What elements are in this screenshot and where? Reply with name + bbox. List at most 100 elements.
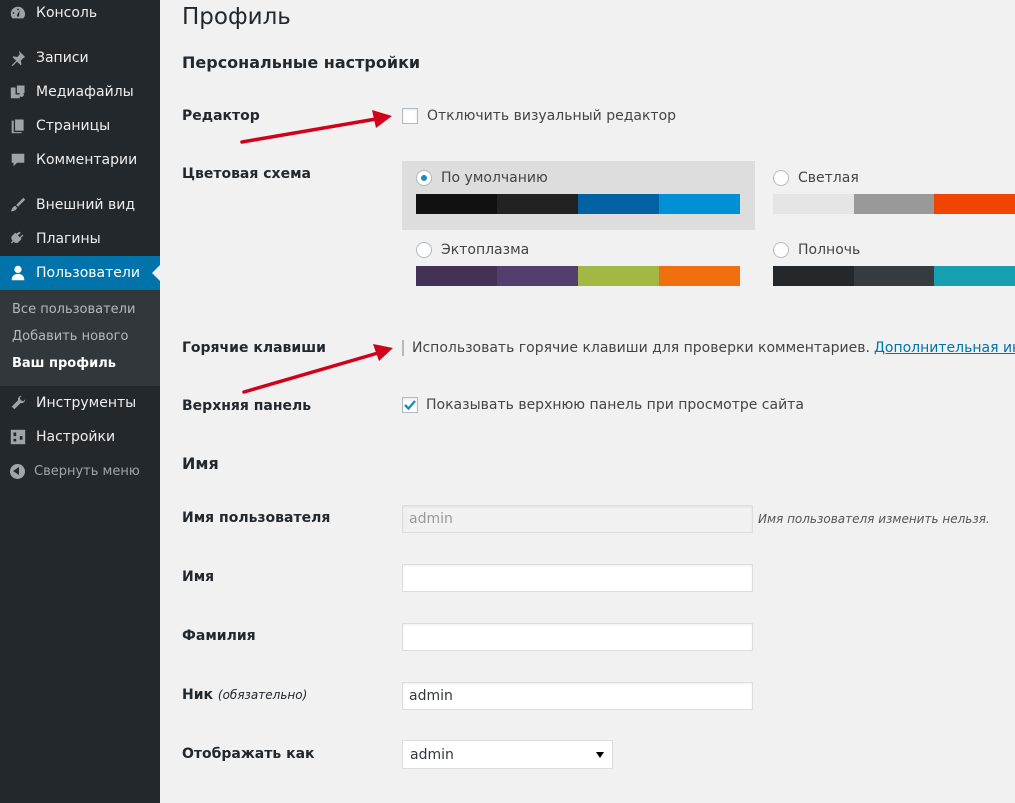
nickname-label-text: Ник [182,687,214,703]
scheme-midnight[interactable]: Полночь [773,242,1015,286]
scheme-default-radio[interactable] [416,170,432,186]
disable-visual-editor-checkbox[interactable] [402,108,418,124]
menu-item-comments[interactable]: Комментарии [0,143,160,177]
personal-settings-heading: Персональные настройки [182,53,421,72]
menu-item-plugins[interactable]: Плагины [0,222,160,256]
annotation-arrow-editor [240,110,392,144]
pin-icon [0,49,36,67]
scheme-name: По умолчанию [441,170,548,186]
toolbar-option: Показывать верхнюю панель при просмотре … [402,397,804,413]
scheme-ectoplasm-radio[interactable] [416,242,432,258]
palette-swatch [853,266,935,286]
nickname-input[interactable] [402,682,753,710]
scheme-name: Светлая [798,170,859,186]
collapse-menu-button[interactable]: Свернуть меню [0,460,140,482]
media-icon [0,83,36,101]
menu-item-settings[interactable]: Настройки [0,420,160,454]
menu-label: Плагины [36,231,101,247]
scheme-light[interactable]: Светлая [773,170,1015,214]
comment-icon [0,151,36,169]
menu-label: Настройки [36,429,116,445]
menu-label: Инструменты [36,395,137,411]
menu-item-media[interactable]: Медиафайлы [0,75,160,109]
palette-swatch [659,194,740,214]
palette-swatch [578,194,659,214]
submenu-all-users[interactable]: Все пользователи [12,302,135,317]
menu-item-tools[interactable]: Инструменты [0,386,160,420]
dashboard-icon [0,4,36,22]
menu-label: Медиафайлы [36,84,134,100]
palette-swatch [773,266,854,286]
menu-item-pages[interactable]: Страницы [0,109,160,143]
scheme-palette [773,266,1015,286]
hotkeys-label: Горячие клавиши [182,340,326,356]
keyboard-shortcuts-text: Использовать горячие клавиши для проверк… [412,340,870,356]
username-hint: Имя пользователя изменить нельзя. [758,512,990,526]
palette-swatch [934,266,1015,286]
menu-label: Внешний вид [36,197,136,213]
plug-icon [0,230,36,248]
scheme-label-row: По умолчанию [416,170,740,186]
scheme-ectoplasm[interactable]: Эктоплазма [416,242,740,286]
palette-swatch [578,266,659,286]
display-name-value: admin [410,746,454,763]
submenu-add-new[interactable]: Добавить нового [12,329,128,344]
user-icon [0,264,36,282]
display-name-select[interactable]: admin [402,740,613,769]
palette-swatch [853,194,935,214]
color-scheme-label: Цветовая схема [182,166,311,182]
toolbar-label: Верхняя панель [182,398,312,414]
editor-label: Редактор [182,108,260,124]
hotkeys-option: Использовать горячие клавиши для проверк… [402,340,1015,356]
more-info-link[interactable]: Дополнительная инфор [874,340,1015,356]
username-label: Имя пользователя [182,510,331,526]
collapse-label: Свернуть меню [34,463,140,479]
menu-label: Записи [36,50,89,66]
settings-icon [0,428,36,446]
wrench-icon [0,394,36,412]
palette-swatch [497,194,578,214]
required-note: (обязательно) [217,688,308,702]
submenu-your-profile[interactable]: Ваш профиль [12,356,116,371]
menu-label: Страницы [36,118,111,134]
palette-swatch [773,194,854,214]
menu-item-dashboard[interactable]: Консоль [0,0,160,30]
first-name-label: Имя [182,569,215,585]
disable-visual-editor-text: Отключить визуальный редактор [427,108,677,124]
menu-item-users[interactable]: Пользователи [0,256,160,290]
users-submenu: Все пользователи Добавить нового Ваш про… [0,290,160,386]
brush-icon [0,196,36,214]
last-name-input[interactable] [402,623,753,651]
admin-sidebar: Консоль Записи Медиафайлы Страницы Комме… [0,0,160,803]
nickname-label: Ник (обязательно) [182,687,307,703]
chevron-down-icon [596,752,604,758]
menu-item-appearance[interactable]: Внешний вид [0,188,160,222]
username-input[interactable] [402,505,753,533]
editor-option: Отключить визуальный редактор [402,108,676,124]
scheme-default[interactable]: По умолчанию [416,170,740,214]
scheme-name: Полночь [798,242,861,258]
scheme-name: Эктоплазма [441,242,530,258]
scheme-midnight-radio[interactable] [773,242,789,258]
menu-label: Пользователи [36,265,140,281]
palette-swatch [497,266,578,286]
collapse-arrow-icon [10,463,25,479]
page-title: Профиль [182,4,291,30]
first-name-input[interactable] [402,564,753,592]
menu-label: Комментарии [36,152,138,168]
scheme-palette [416,194,740,214]
show-toolbar-text: Показывать верхнюю панель при просмотре … [426,397,804,413]
show-toolbar-checkbox[interactable] [402,397,418,413]
pages-icon [0,117,36,135]
scheme-light-radio[interactable] [773,170,789,186]
palette-swatch [659,266,740,286]
checkmark-icon [404,400,416,411]
palette-swatch [416,266,497,286]
menu-item-posts[interactable]: Записи [0,41,160,75]
keyboard-shortcuts-checkbox[interactable] [402,340,404,356]
scheme-label-row: Светлая [773,170,1015,186]
scheme-label-row: Полночь [773,242,1015,258]
menu-label: Консоль [36,5,98,21]
last-name-label: Фамилия [182,628,256,644]
scheme-palette [773,194,1015,214]
